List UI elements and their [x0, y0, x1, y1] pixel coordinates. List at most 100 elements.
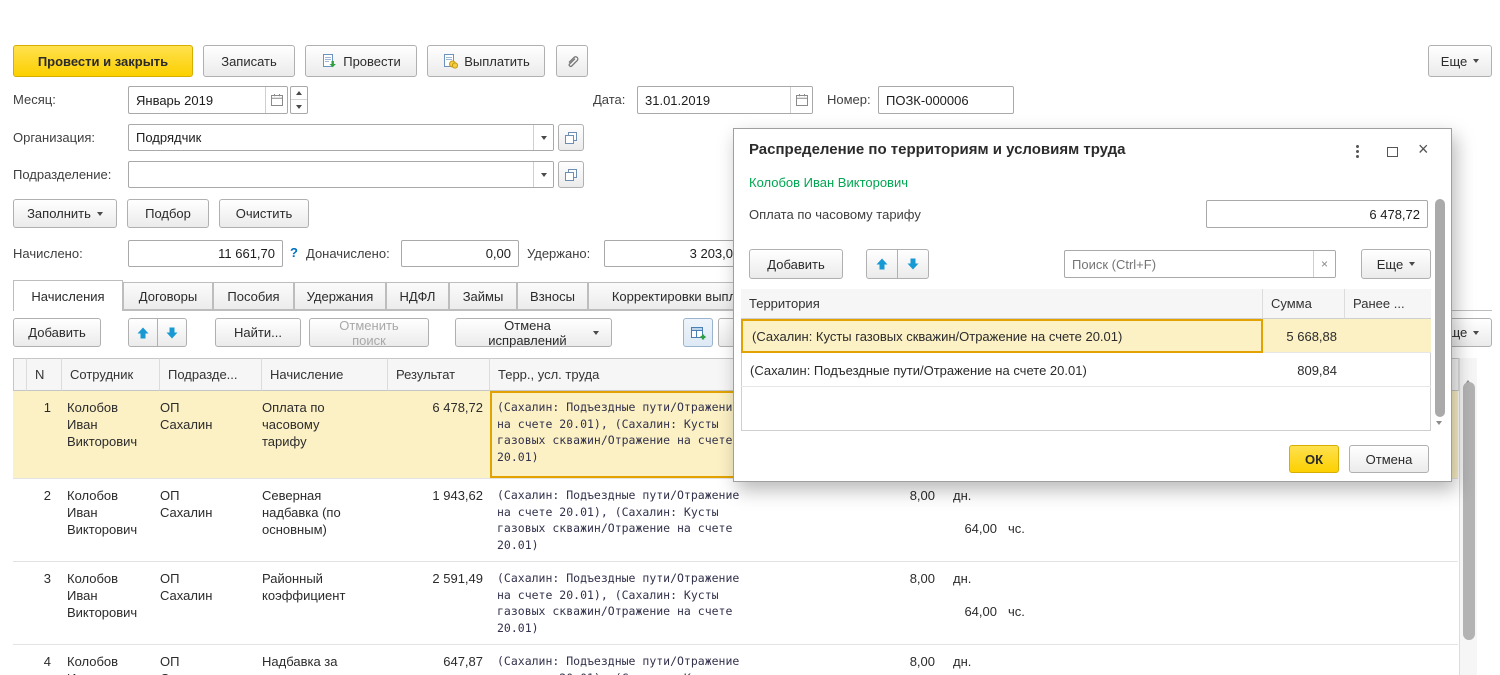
cell-sum[interactable]: 809,84	[1263, 353, 1345, 387]
pay-button[interactable]: Выплатить	[427, 45, 545, 77]
department-open-button[interactable]	[558, 161, 584, 188]
dialog-add-button[interactable]: Добавить	[749, 249, 843, 279]
cell-result[interactable]: 647,87	[365, 653, 483, 670]
fill-button[interactable]: Заполнить	[13, 199, 117, 228]
dialog-header-earlier[interactable]: Ранее ...	[1345, 289, 1431, 319]
cell-territory[interactable]: (Сахалин: Кусты газовых скважин/Отражени…	[741, 319, 1263, 353]
scroll-down-icon[interactable]	[1436, 425, 1442, 440]
dialog-more-button[interactable]: Еще	[1361, 249, 1431, 279]
date-input[interactable]	[638, 87, 790, 113]
search-clear-icon[interactable]: ×	[1313, 251, 1335, 277]
cell-employee[interactable]: Колобов Иван Викторович	[67, 399, 143, 450]
cancel-button[interactable]: Отмена	[1349, 445, 1429, 473]
grid-header-result[interactable]: Результат	[388, 358, 490, 391]
number-field[interactable]	[878, 86, 1014, 114]
cell-department[interactable]: ОП Сахалин	[160, 487, 222, 521]
close-icon[interactable]: ×	[1418, 140, 1429, 158]
table-row[interactable]: 2 Колобов Иван Викторович ОП Сахалин Сев…	[13, 479, 1458, 562]
tab-contributions[interactable]: Взносы	[517, 282, 588, 310]
save-button[interactable]: Записать	[203, 45, 295, 77]
calendar-icon[interactable]	[790, 87, 812, 113]
added-field[interactable]	[401, 240, 519, 267]
cell-days[interactable]: 8,00	[855, 653, 935, 670]
dialog-search-input[interactable]	[1065, 251, 1313, 277]
table-row[interactable]: 3 Колобов Иван Викторович ОП Сахалин Рай…	[13, 562, 1458, 645]
window-more-button[interactable]: Еще	[1428, 45, 1492, 77]
cell-result[interactable]: 6 478,72	[365, 399, 483, 416]
post-and-close-button[interactable]: Провести и закрыть	[13, 45, 193, 77]
withheld-input[interactable]	[605, 241, 740, 266]
cell-department[interactable]: ОП Сахалин	[160, 570, 222, 604]
dialog-header-territory[interactable]: Территория	[741, 289, 1263, 319]
cell-hours[interactable]: 64,00	[917, 603, 997, 620]
cell-territory[interactable]: (Сахалин: Подъездные пути/Отражение на с…	[741, 353, 1263, 387]
cell-territory[interactable]: (Сахалин: Подъездные пути/Отражение на с…	[497, 487, 751, 553]
tab-loans[interactable]: Займы	[449, 282, 517, 310]
move-up-button[interactable]	[128, 318, 158, 347]
cell-sum[interactable]: 5 668,88	[1263, 319, 1345, 353]
dialog-accrual-input[interactable]	[1207, 201, 1427, 227]
department-field[interactable]	[128, 161, 554, 188]
kebab-menu-icon[interactable]	[1356, 145, 1359, 158]
stepper-up-icon[interactable]	[291, 87, 307, 100]
cell-accrual[interactable]: Надбавка за вредные	[262, 653, 359, 675]
cell-earlier[interactable]	[1345, 353, 1431, 387]
accrued-input[interactable]	[129, 241, 282, 266]
added-input[interactable]	[402, 241, 518, 266]
cell-days[interactable]: 8,00	[855, 570, 935, 587]
undo-corrections-button[interactable]: Отмена исправлений	[455, 318, 612, 347]
cell-n[interactable]: 2	[29, 487, 51, 504]
cell-employee[interactable]: Колобов Иван Викторович	[67, 570, 143, 621]
cell-result[interactable]: 2 591,49	[365, 570, 483, 587]
maximize-icon[interactable]	[1387, 147, 1398, 157]
cell-department[interactable]: ОП Сахалин	[160, 399, 222, 433]
grid-header-accrual[interactable]: Начисление	[262, 358, 388, 391]
dialog-accrual-field[interactable]	[1206, 200, 1428, 228]
find-button[interactable]: Найти...	[215, 318, 301, 347]
cell-result[interactable]: 1 943,62	[365, 487, 483, 504]
tab-ndfl[interactable]: НДФЛ	[386, 282, 449, 310]
scrollbar-thumb[interactable]	[1435, 199, 1445, 417]
grid-header-department[interactable]: Подразде...	[160, 358, 262, 391]
scrollbar-thumb[interactable]	[1463, 382, 1475, 640]
move-down-button[interactable]	[157, 318, 187, 347]
tab-deductions[interactable]: Удержания	[294, 282, 386, 310]
table-row[interactable]: 4 Колобов Иван Викторович ОП Сахалин Над…	[13, 645, 1458, 675]
grid-header-n[interactable]: N	[27, 358, 62, 391]
cell-n[interactable]: 1	[29, 399, 51, 416]
help-icon[interactable]: ?	[290, 245, 298, 260]
month-input[interactable]	[129, 87, 265, 113]
dialog-search-field[interactable]: ×	[1064, 250, 1336, 278]
cancel-search-button[interactable]: Отменить поиск	[309, 318, 429, 347]
cell-employee[interactable]: Колобов Иван Викторович	[67, 653, 143, 675]
cell-accrual[interactable]: Районный коэффициент	[262, 570, 359, 604]
cell-n[interactable]: 4	[29, 653, 51, 670]
organization-input[interactable]	[129, 125, 533, 150]
cell-territory[interactable]: (Сахалин: Подъездные пути/Отражение на с…	[497, 653, 751, 675]
tab-benefits[interactable]: Пособия	[213, 282, 294, 310]
grid-settings-button[interactable]	[683, 318, 713, 347]
table-row[interactable]: (Сахалин: Подъездные пути/Отражение на с…	[741, 353, 1431, 387]
department-input[interactable]	[129, 162, 533, 187]
post-button[interactable]: Провести	[305, 45, 417, 77]
scroll-up-icon[interactable]	[1436, 185, 1442, 200]
cell-earlier[interactable]	[1345, 319, 1431, 353]
ok-button[interactable]: ОК	[1289, 445, 1339, 473]
cell-accrual[interactable]: Северная надбавка (по основным)	[262, 487, 359, 538]
scroll-up-icon[interactable]	[1465, 365, 1471, 380]
attachments-button[interactable]	[556, 45, 588, 77]
cell-days[interactable]: 8,00	[855, 487, 935, 504]
cell-n[interactable]: 3	[29, 570, 51, 587]
cell-hours[interactable]: 64,00	[917, 520, 997, 537]
calendar-icon[interactable]	[265, 87, 287, 113]
tab-contracts[interactable]: Договоры	[123, 282, 213, 310]
chevron-down-icon[interactable]	[533, 162, 553, 187]
clear-button[interactable]: Очистить	[219, 199, 309, 228]
grid-vertical-scrollbar[interactable]	[1459, 358, 1477, 675]
table-row[interactable]: (Сахалин: Кусты газовых скважин/Отражени…	[741, 319, 1431, 353]
stepper-down-icon[interactable]	[291, 100, 307, 113]
cell-department[interactable]: ОП Сахалин	[160, 653, 222, 675]
dialog-move-up-button[interactable]	[866, 249, 898, 279]
cell-employee[interactable]: Колобов Иван Викторович	[67, 487, 143, 538]
date-field[interactable]	[637, 86, 813, 114]
